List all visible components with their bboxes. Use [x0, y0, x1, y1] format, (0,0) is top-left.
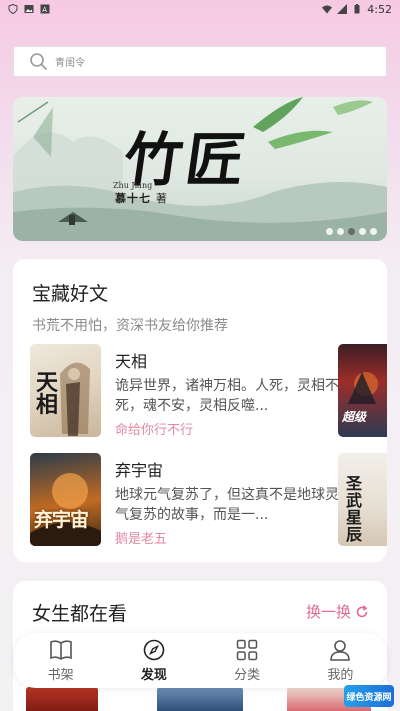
book-cover-peek[interactable]	[157, 687, 243, 711]
signal-icon	[337, 4, 348, 14]
search-bar[interactable]: 青闺令	[13, 46, 387, 77]
banner-author-name: 慕十七	[115, 192, 151, 205]
bottom-navigation: 书架 发现 分类 我的	[14, 633, 387, 688]
banner-author-pinyin: Zhu Jiang	[113, 181, 153, 190]
carousel-dot[interactable]	[370, 228, 377, 235]
carousel-dot[interactable]	[326, 228, 333, 235]
battery-icon	[354, 4, 360, 14]
grid-icon	[236, 639, 258, 660]
book-description: 诡异世界，诸神万相。人死，灵相不死，魂不安，灵相反噬...	[115, 378, 339, 414]
book-cover[interactable]: 天相	[30, 344, 101, 437]
cover-art	[30, 473, 101, 546]
nav-label: 分类	[234, 667, 261, 683]
carousel-dot-active[interactable]	[348, 228, 355, 235]
search-icon	[30, 53, 47, 70]
cover-title: 超级	[342, 410, 367, 424]
status-time: 4:52	[367, 2, 392, 16]
nav-discover[interactable]: 发现	[107, 633, 200, 688]
section-treasure: 宝藏好文 书荒不用怕，资深书友给你推荐 天相 天相 诡异世界，诸神万相。人死，灵…	[13, 259, 387, 562]
book-author[interactable]: 命给你行不行	[115, 419, 193, 438]
carousel-dot[interactable]	[359, 228, 366, 235]
watermark-logo: 绿色资源网	[344, 685, 394, 707]
shield-icon	[8, 4, 18, 14]
book-title[interactable]: 天相	[115, 348, 147, 372]
refresh-icon	[356, 604, 368, 617]
book-cover[interactable]: 弃宇宙	[30, 453, 101, 546]
carousel-dots	[326, 228, 377, 235]
book-cover-peek[interactable]: 超级	[338, 344, 387, 437]
compass-icon	[143, 639, 165, 660]
nav-category[interactable]: 分类	[201, 633, 294, 688]
user-icon	[330, 639, 351, 661]
banner-author-suffix: 著	[155, 192, 168, 205]
book-cover-peek[interactable]	[26, 687, 98, 711]
book-item[interactable]: 弃宇宙 弃宇宙 地球元气复苏了，但这真不是地球灵气复苏的故事，而是一... 鹅是…	[30, 453, 342, 547]
nav-label: 发现	[140, 667, 167, 683]
book-item[interactable]: 天相 天相 诡异世界，诸神万相。人死，灵相不死，魂不安，灵相反噬... 命给你行…	[30, 344, 342, 438]
svg-text:A: A	[42, 6, 47, 14]
book-cover-peek[interactable]: 圣武星辰	[338, 453, 387, 546]
refresh-label: 换一换	[305, 603, 351, 621]
book-description: 地球元气复苏了，但这真不是地球灵气复苏的故事，而是一...	[115, 487, 339, 523]
banner-carousel[interactable]: 竹匠 Zhu Jiang 慕十七 著	[13, 97, 387, 241]
search-placeholder: 青闺令	[55, 58, 85, 69]
book-author[interactable]: 鹅是老五	[115, 528, 167, 547]
nav-mine[interactable]: 我的	[294, 633, 387, 688]
cover-title: 圣武星辰	[346, 474, 363, 544]
wifi-icon	[322, 5, 333, 14]
nav-label: 书架	[47, 667, 74, 683]
banner-author: 慕十七 著	[115, 190, 168, 206]
nav-label: 我的	[327, 667, 354, 683]
refresh-button[interactable]: 换一换	[306, 601, 369, 622]
font-icon: A	[40, 4, 50, 14]
watermark-text: 绿色资源网	[346, 692, 392, 703]
cover-title: 天相	[36, 370, 59, 418]
section-title: 宝藏好文	[32, 283, 109, 305]
cover-title: 弃宇宙	[34, 509, 89, 531]
carousel-dot[interactable]	[337, 228, 344, 235]
nav-bookshelf[interactable]: 书架	[14, 633, 107, 688]
section-title: 女生都在看	[32, 603, 128, 625]
image-icon	[24, 5, 34, 13]
book-icon	[49, 639, 72, 660]
status-bar: A 4:52	[0, 0, 400, 18]
section-subtitle: 书荒不用怕，资深书友给你推荐	[32, 318, 228, 334]
book-title[interactable]: 弃宇宙	[115, 457, 163, 481]
